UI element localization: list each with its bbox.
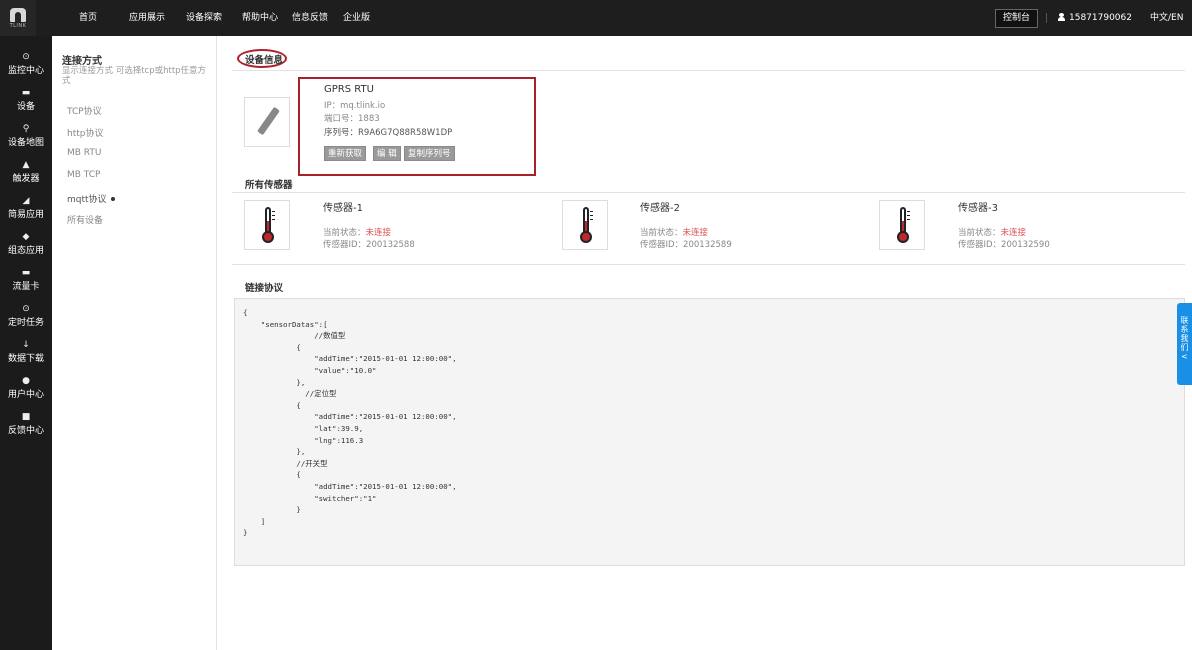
divider — [232, 264, 1185, 265]
menu-item-all-devices[interactable]: 所有设备 — [67, 213, 103, 226]
refetch-button[interactable]: 重新获取 — [324, 146, 367, 161]
nav-enterprise[interactable]: 企业版 — [343, 0, 370, 36]
connection-menu: 连接方式 显示连接方式 可选择tcp或http任意方式 TCP协议 http协议… — [52, 36, 217, 650]
device-info-card: GPRS RTU IP：mq.tlink.io 端口号：1883 序列号：R9A… — [298, 77, 536, 176]
download-icon: ↓ — [22, 340, 30, 350]
sidebar: ⊙ 监控中心 ▬ 设备 ⚲ 设备地图 ▲ 触发器 ◢ 简易应用 ◆ 组态应用 ▬ 流量卡 ⊙ 定… — [0, 36, 52, 650]
user-icon — [1058, 13, 1065, 21]
card-icon: ▬ — [21, 268, 31, 278]
sidebar-item-devices[interactable]: ▬ 设备 — [0, 88, 52, 112]
sensor-id: 传感器ID：200132588 — [323, 240, 415, 250]
user-phone: 15871790062 — [1069, 13, 1132, 23]
sidebar-item-feedback[interactable]: ■ 反馈中心 — [0, 412, 52, 436]
sensor-status: 当前状态：未连接 — [323, 228, 392, 238]
console-button[interactable]: 控制台 — [995, 9, 1039, 28]
device-info-title: 设备信息 — [245, 55, 284, 66]
user-account[interactable]: 15871790062 — [1058, 0, 1132, 36]
copy-serial-button[interactable]: 复制序列号 — [404, 146, 455, 161]
comment-icon: ■ — [21, 412, 31, 422]
sidebar-item-device-map[interactable]: ⚲ 设备地图 — [0, 124, 52, 148]
device-ip: IP：mq.tlink.io — [324, 101, 386, 111]
nav-help[interactable]: 帮助中心 — [242, 0, 278, 36]
divider — [232, 70, 1185, 71]
send-icon: ◢ — [22, 196, 30, 206]
protocol-title: 链接协议 — [245, 283, 284, 294]
sidebar-item-simple-apps[interactable]: ◢ 简易应用 — [0, 196, 52, 220]
device-port: 端口号：1883 — [324, 114, 380, 124]
thermometer-icon — [896, 207, 910, 245]
nav-explore[interactable]: 设备探索 — [186, 0, 222, 36]
nav-home[interactable]: 首页 — [79, 0, 97, 36]
sensors-title: 所有传感器 — [245, 180, 293, 191]
sidebar-item-monitor[interactable]: ⊙ 监控中心 — [0, 52, 52, 76]
sensor-name[interactable]: 传感器-3 — [958, 199, 998, 214]
menu-item-mqtt[interactable]: mqtt协议 — [67, 192, 115, 205]
sidebar-item-sim-cards[interactable]: ▬ 流量卡 — [0, 268, 52, 292]
logo-mark — [10, 7, 26, 22]
sidebar-item-data-download[interactable]: ↓ 数据下载 — [0, 340, 52, 364]
sensor-id: 传感器ID：200132589 — [640, 240, 732, 250]
bell-icon: ▲ — [22, 160, 30, 170]
sidebar-item-config-apps[interactable]: ◆ 组态应用 — [0, 232, 52, 256]
top-bar: TLINK 首页 应用展示 设备探索 帮助中心 信息反馈 企业版 控制台 158… — [0, 0, 1192, 36]
sensor-image — [562, 200, 608, 250]
device-icon: ▬ — [21, 88, 31, 98]
menu-item-http[interactable]: http协议 — [67, 126, 103, 139]
header-divider — [1046, 13, 1047, 23]
map-pin-icon: ⚲ — [22, 124, 30, 134]
sidebar-item-triggers[interactable]: ▲ 触发器 — [0, 160, 52, 184]
language-switch[interactable]: 中文/EN — [1150, 0, 1183, 36]
device-serial: 序列号：R9A6G7Q88R58W1DP — [324, 128, 453, 138]
protocol-code: { "sensorDatas":[ //数值型 { "addTime":"201… — [243, 308, 457, 538]
clock-icon: ⊙ — [22, 304, 30, 314]
sensor-id: 传感器ID：200132590 — [958, 240, 1050, 250]
contact-us-tab[interactable]: 联 系 我 们 < — [1177, 303, 1192, 385]
logo-word: TLINK — [9, 22, 27, 29]
device-image — [244, 97, 290, 147]
monitor-icon: ⊙ — [22, 52, 30, 62]
edit-button[interactable]: 编 辑 — [373, 146, 401, 161]
tlink-logo[interactable]: TLINK — [0, 0, 36, 36]
thermometer-icon — [261, 207, 275, 245]
sidebar-item-scheduled-tasks[interactable]: ⊙ 定时任务 — [0, 304, 52, 328]
nav-feedback[interactable]: 信息反馈 — [292, 0, 328, 36]
nav-apps[interactable]: 应用展示 — [129, 0, 165, 36]
device-pen-icon — [257, 106, 280, 136]
chevron-left-icon: < — [1181, 352, 1188, 361]
divider — [232, 192, 1185, 193]
sidebar-item-user-center[interactable]: ● 用户中心 — [0, 376, 52, 400]
menu-item-tcp[interactable]: TCP协议 — [67, 104, 102, 117]
active-dot — [110, 197, 115, 201]
sensor-image — [879, 200, 925, 250]
user-icon: ● — [22, 376, 30, 386]
sensor-status: 当前状态：未连接 — [640, 228, 709, 238]
thermometer-icon — [579, 207, 593, 245]
sensor-status: 当前状态：未连接 — [958, 228, 1027, 238]
sensor-name[interactable]: 传感器-1 — [323, 199, 363, 214]
share-icon: ◆ — [22, 232, 30, 242]
sensor-name[interactable]: 传感器-2 — [640, 199, 680, 214]
menu-item-mb-tcp[interactable]: MB TCP — [67, 170, 100, 180]
sensor-image — [244, 200, 290, 250]
connection-menu-title: 连接方式 — [62, 56, 102, 67]
connection-menu-desc: 显示连接方式 可选择tcp或http任意方式 — [62, 66, 207, 86]
menu-item-mb-rtu[interactable]: MB RTU — [67, 148, 101, 158]
protocol-code-block: { "sensorDatas":[ //数值型 { "addTime":"201… — [234, 298, 1185, 566]
device-name: GPRS RTU — [324, 84, 374, 95]
